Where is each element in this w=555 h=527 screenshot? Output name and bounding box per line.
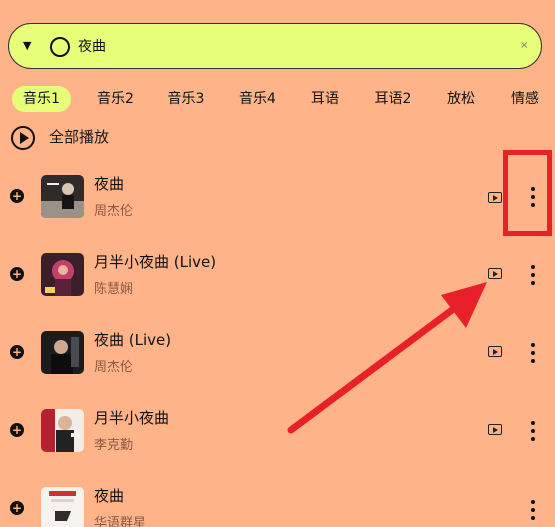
- annotation-arrow: [287, 282, 487, 434]
